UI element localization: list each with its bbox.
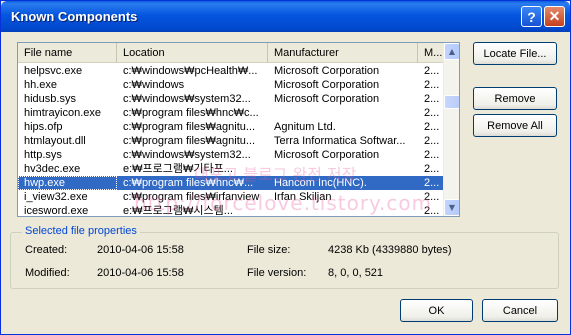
cancel-button[interactable]: Cancel	[482, 299, 558, 322]
created-value: 2010-04-06 15:58	[97, 244, 184, 256]
cell-manufacturer: Microsoft Corporation	[274, 149, 380, 161]
file-size-value: 4238 Kb (4339880 bytes)	[328, 244, 452, 256]
locate-file-button[interactable]: Locate File...	[473, 42, 557, 65]
cell-manufacturer: Irfan Skiljan	[274, 191, 332, 203]
cell-manufacturer	[268, 204, 418, 216]
cell-modified: 2...	[424, 149, 440, 161]
cell-file-name: hh.exe	[24, 79, 58, 91]
modified-label: Modified:	[25, 267, 70, 279]
selected-file-properties-group: Selected file properties Created: 2010-0…	[10, 225, 559, 289]
column-header-modified[interactable]: M...	[418, 43, 444, 63]
list-header: File name Location Manufacturer M...	[18, 43, 444, 63]
cell-manufacturer: Microsoft Corporation	[274, 65, 380, 77]
cell-location: c:₩program files₩agnitu...	[123, 135, 256, 147]
cell-location: c:₩program files₩hnc₩...	[123, 177, 254, 189]
table-row[interactable]: icesword.exe e:₩프로그램₩시스템... 2...	[18, 204, 444, 217]
table-row[interactable]: hidusb.sys c:₩windows₩system32... Microsof…	[18, 92, 444, 106]
file-version-value: 8, 0, 0, 521	[328, 267, 384, 279]
close-button[interactable]: ✕	[544, 6, 565, 27]
cell-location: e:₩프로그램₩시스템...	[123, 205, 233, 217]
column-header-location[interactable]: Location	[117, 43, 268, 63]
scroll-up-arrow-icon[interactable]: ▲	[444, 43, 459, 60]
column-header-manufacturer[interactable]: Manufacturer	[268, 43, 418, 63]
help-button[interactable]: ?	[521, 6, 542, 27]
table-row[interactable]: http.sys c:₩windows₩system32... Microsoft …	[18, 148, 444, 162]
vertical-scrollbar[interactable]: ▲ ▼	[443, 43, 459, 216]
column-header-file-name[interactable]: File name	[18, 43, 117, 63]
modified-value: 2010-04-06 15:58	[97, 267, 184, 279]
cell-file-name: hips.ofp	[24, 121, 63, 133]
remove-all-button[interactable]: Remove All	[473, 114, 557, 137]
components-list[interactable]: File name Location Manufacturer M... hel…	[17, 42, 460, 217]
cell-manufacturer: Hancom Inc(HNC).	[274, 177, 367, 189]
remove-button[interactable]: Remove	[473, 87, 557, 110]
help-icon: ?	[527, 8, 536, 25]
cell-modified: 2...	[424, 65, 440, 77]
scroll-down-arrow-icon[interactable]: ▼	[444, 199, 459, 216]
cell-location: c:₩windows	[123, 79, 185, 91]
title-bar[interactable]: Known Components ? ✕	[1, 1, 570, 32]
list-rows: helpsvc.exe c:₩windows₩pcHealth₩... Micros…	[18, 64, 444, 217]
table-row[interactable]: helpsvc.exe c:₩windows₩pcHealth₩... Micros…	[18, 64, 444, 78]
cell-manufacturer	[268, 106, 418, 120]
close-icon: ✕	[548, 8, 561, 24]
window-title: Known Components	[11, 9, 138, 24]
cell-location: c:₩windows₩system32...	[123, 93, 251, 105]
cell-location: c:₩windows₩pcHealth₩...	[123, 65, 258, 77]
cell-modified: 2...	[424, 93, 440, 105]
known-components-dialog: Known Components ? ✕ File name Location …	[0, 0, 571, 335]
ok-button[interactable]: OK	[400, 299, 473, 322]
cell-modified: 2...	[424, 177, 440, 189]
cell-manufacturer: Terra Informatica Softwar...	[274, 135, 406, 147]
created-label: Created:	[25, 244, 68, 256]
table-row[interactable]: hips.ofp c:₩program files₩agnitu... Agnitu…	[18, 120, 444, 134]
cell-location: c:₩windows₩system32...	[123, 149, 251, 161]
cell-location: c:₩program files₩irfanview	[123, 191, 260, 203]
table-row[interactable]: himtrayicon.exe c:₩program files₩hnc₩c...…	[18, 106, 444, 120]
scrollbar-thumb[interactable]	[444, 95, 459, 109]
cell-modified: 2...	[424, 135, 440, 147]
cell-location: e:₩프로그램₩기타프...	[123, 163, 233, 175]
cell-manufacturer: Microsoft Corporation	[274, 79, 380, 91]
cell-manufacturer	[268, 162, 418, 176]
table-row[interactable]: htmlayout.dll c:₩program files₩agnitu... T…	[18, 134, 444, 148]
cell-modified: 2...	[424, 121, 440, 133]
cell-modified: 2...	[424, 191, 440, 203]
cell-file-name: icesword.exe	[24, 205, 89, 217]
cell-file-name: helpsvc.exe	[24, 65, 83, 77]
cell-modified: 2...	[424, 163, 440, 175]
table-row[interactable]: hh.exe c:₩windows Microsoft Corporation 2..…	[18, 78, 444, 92]
cell-file-name: i_view32.exe	[24, 191, 88, 203]
cell-file-name: himtrayicon.exe	[24, 107, 102, 119]
cell-modified: 2...	[424, 79, 440, 91]
cell-file-name: hidusb.sys	[24, 93, 76, 105]
cell-location: c:₩program files₩agnitu...	[123, 121, 256, 133]
cell-file-name: htmlayout.dll	[24, 135, 86, 147]
table-row[interactable]: hwp.exe c:₩program files₩hnc₩... Hancom In…	[18, 176, 444, 190]
cell-modified: 2...	[424, 107, 440, 119]
table-row[interactable]: hv3dec.exe e:₩프로그램₩기타프... 2...	[18, 162, 444, 176]
table-row[interactable]: i_view32.exe c:₩program files₩irfanview Ir…	[18, 190, 444, 204]
cell-location: c:₩program files₩hnc₩c...	[123, 107, 259, 119]
cell-modified: 2...	[424, 205, 440, 217]
cell-manufacturer: Microsoft Corporation	[274, 93, 380, 105]
cell-manufacturer: Agnitum Ltd.	[274, 121, 336, 133]
group-title: Selected file properties	[22, 225, 140, 237]
file-size-label: File size:	[247, 244, 291, 256]
cell-file-name: hwp.exe	[18, 176, 117, 190]
cell-file-name: hv3dec.exe	[24, 163, 81, 175]
cell-file-name: http.sys	[24, 149, 62, 161]
file-version-label: File version:	[247, 267, 307, 279]
